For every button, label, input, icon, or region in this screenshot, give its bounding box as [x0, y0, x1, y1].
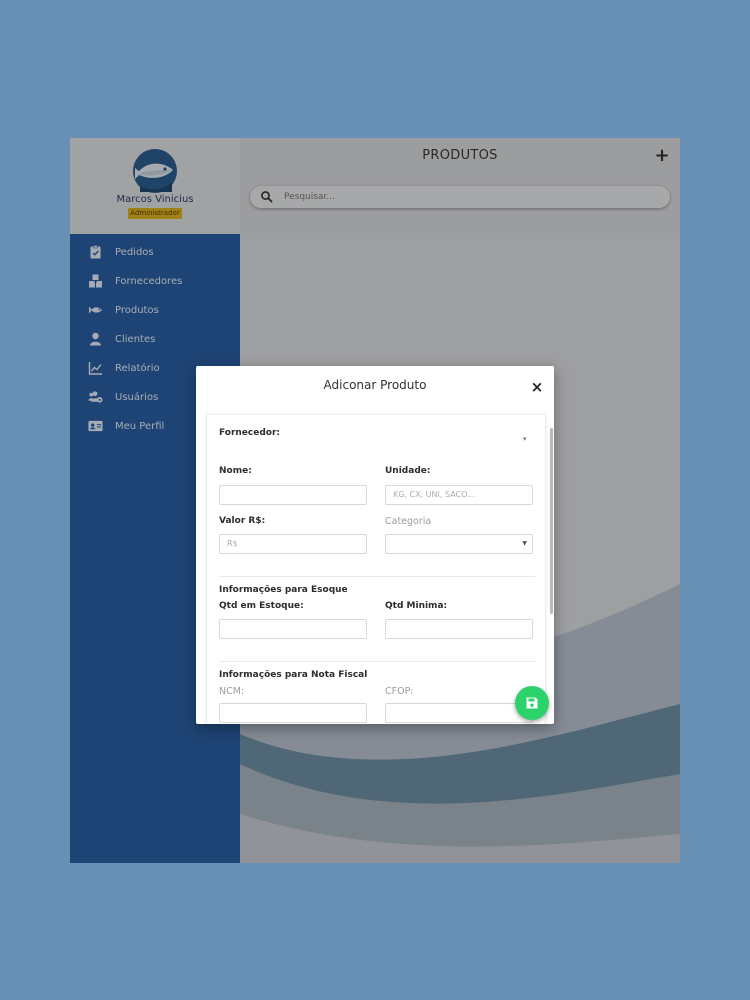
sidebar-item-pedidos[interactable]: Pedidos: [70, 240, 240, 264]
id-card-icon: [87, 419, 103, 433]
search-icon: [261, 191, 273, 203]
qtd-estoque-label: Qtd em Estoque:: [219, 601, 304, 611]
sidebar-item-produtos[interactable]: Produtos: [70, 298, 240, 322]
cfop-input[interactable]: [385, 703, 533, 723]
nome-label: Nome:: [219, 466, 252, 476]
sidebar-header: Marcos Vinicius Administrador: [70, 138, 240, 234]
search-input[interactable]: [282, 191, 646, 203]
page-title: PRODUTOS: [422, 148, 498, 163]
nome-input[interactable]: [219, 485, 367, 505]
ncm-input[interactable]: [219, 703, 367, 723]
product-form: Fornecedor: ▾ Nome: Unidade: KG, CX, UNI…: [206, 414, 546, 724]
divider: [219, 576, 535, 577]
sidebar-item-label: Usuários: [115, 391, 159, 403]
modal-scrollbar[interactable]: [550, 428, 553, 614]
divider: [219, 661, 535, 662]
unidade-input[interactable]: KG, CX, UNI, SACO...: [385, 485, 533, 505]
valor-input[interactable]: R$: [219, 534, 367, 554]
save-icon: [526, 697, 538, 709]
users-cog-icon: [87, 390, 103, 404]
sidebar-item-label: Meu Perfil: [115, 420, 165, 432]
sidebar-item-label: Fornecedores: [115, 275, 183, 287]
add-product-button[interactable]: +: [654, 147, 670, 165]
user-role-badge: Administrador: [128, 208, 182, 219]
modal-title: Adiconar Produto: [323, 378, 427, 392]
cfop-label: CFOP:: [385, 686, 414, 697]
nota-section-title: Informações para Nota Fiscal: [219, 670, 368, 680]
valor-label: Valor R$:: [219, 516, 266, 526]
qtd-minima-input[interactable]: [385, 619, 533, 639]
qtd-estoque-input[interactable]: [219, 619, 367, 639]
ncm-label: NCM:: [219, 686, 245, 697]
modal-header: Adiconar Produto ×: [196, 366, 554, 412]
fish-logo-icon: [133, 149, 177, 193]
sidebar-item-label: Pedidos: [115, 246, 154, 258]
sidebar-item-label: Relatório: [115, 362, 160, 374]
chevron-down-icon: ▼: [522, 540, 527, 547]
fornecedor-label: Fornecedor:: [219, 428, 281, 438]
sidebar-item-clientes[interactable]: Clientes: [70, 327, 240, 351]
user-icon: [87, 332, 103, 346]
user-name: Marcos Vinicius: [116, 194, 194, 205]
add-product-modal: Adiconar Produto × Fornecedor: ▾ Nome: U…: [196, 366, 554, 724]
close-icon[interactable]: ×: [530, 380, 544, 395]
categoria-select[interactable]: ▼: [385, 534, 533, 554]
save-button[interactable]: [515, 686, 549, 720]
clipboard-check-icon: [87, 245, 103, 259]
boxes-icon: [87, 274, 103, 288]
categoria-label: Categoria: [385, 516, 432, 527]
estoque-section-title: Informações para Esoque: [219, 585, 348, 595]
unidade-label: Unidade:: [385, 466, 431, 476]
search-bar: [250, 186, 670, 208]
sidebar-item-label: Produtos: [115, 304, 159, 316]
fish-icon: [87, 303, 103, 317]
qtd-minima-label: Qtd Minima:: [385, 601, 448, 611]
sidebar-item-label: Clientes: [115, 333, 156, 345]
chart-line-icon: [87, 361, 103, 375]
sidebar-item-fornecedores[interactable]: Fornecedores: [70, 269, 240, 293]
fornecedor-select[interactable]: ▾: [523, 435, 527, 443]
